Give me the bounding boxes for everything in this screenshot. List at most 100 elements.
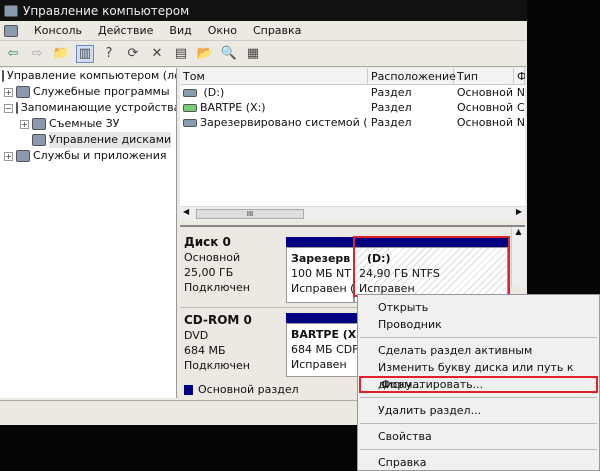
back-icon[interactable]: ⇦ <box>4 45 22 63</box>
removable-storage-icon <box>32 118 46 130</box>
legend-label: Основной раздел <box>198 383 299 396</box>
disk-size: 684 МБ <box>184 344 226 357</box>
open-icon[interactable]: 📂 <box>196 45 214 63</box>
cell: C <box>517 101 525 114</box>
tree-item-services[interactable]: + Службы и приложения <box>0 148 176 164</box>
menu-item-format[interactable]: Форматировать... <box>359 376 598 393</box>
scroll-left-icon[interactable]: ◀ <box>183 207 189 216</box>
menu-item-change-drive-letter[interactable]: Изменить букву диска или путь к диску... <box>358 359 599 391</box>
disk-name: Диск 0 <box>184 235 231 249</box>
separator <box>360 337 597 338</box>
tree-item-disk-management[interactable]: Управление дисками <box>0 132 176 148</box>
cell: Основной <box>456 86 513 99</box>
disk-type: Основной <box>184 251 241 264</box>
menu-item-open[interactable]: Открыть <box>358 299 599 316</box>
tree-label: Запоминающие устройства <box>20 101 177 114</box>
drive-icon <box>183 119 197 127</box>
menu-item-help[interactable]: Справка <box>358 454 599 471</box>
horizontal-scrollbar[interactable]: ◀ III ▶ <box>180 206 525 220</box>
navigation-tree: Управление компьютером (лс + Служебные пр… <box>0 68 177 398</box>
column-fs[interactable]: Ф <box>514 68 525 84</box>
menu-view[interactable]: Вид <box>169 24 191 37</box>
disk-name: CD-ROM 0 <box>184 313 252 327</box>
drive-icon <box>183 89 197 97</box>
settings-icon[interactable]: ▦ <box>244 45 262 63</box>
table-row[interactable]: BARTPE (X:) Раздел Основной C <box>180 100 525 115</box>
disk-0-info[interactable]: Диск 0 Основной 25,00 ГБ Подключен <box>184 235 250 295</box>
legend-swatch <box>184 384 193 395</box>
table-row[interactable]: Зарезервировано системой (C:) Раздел Основ… <box>180 115 525 130</box>
column-type[interactable]: Тип <box>454 68 514 84</box>
window-title: Управление компьютером <box>23 3 190 18</box>
menu-item-delete-partition[interactable]: Удалить раздел... <box>358 402 599 419</box>
toolbar: ⇦ ⇨ 📁 ▥ ? ⟳ ✕ ▤ 📂 🔍 ▦ <box>0 41 527 67</box>
cell: Раздел <box>371 101 412 114</box>
delete-icon[interactable]: ✕ <box>148 45 166 63</box>
tools-icon <box>16 86 30 98</box>
menu-action[interactable]: Действие <box>98 24 153 37</box>
menu-console[interactable]: Консоль <box>34 24 82 37</box>
refresh-icon[interactable]: ⟳ <box>124 45 142 63</box>
cell: Основной <box>457 101 514 114</box>
partition-info: 100 МБ NT <box>291 267 351 280</box>
highlight-box <box>353 236 510 297</box>
partition-name: Зарезерв <box>291 252 351 265</box>
disk-size: 25,00 ГБ <box>184 266 234 279</box>
menu-help[interactable]: Справка <box>253 24 301 37</box>
cell: (D:) <box>203 86 225 99</box>
partition-name: BARTPE (X: <box>291 328 361 341</box>
services-icon <box>16 150 30 162</box>
disk-state: Подключен <box>184 281 250 294</box>
volume-list: Том Расположение Тип Ф (D:) Раздел Основно… <box>180 68 525 220</box>
column-volume[interactable]: Том <box>180 68 368 84</box>
cell: N <box>516 116 525 129</box>
vertical-scrollbar[interactable]: ▲ <box>511 227 525 287</box>
tree-item-system-tools[interactable]: + Служебные программы <box>0 84 176 100</box>
separator <box>360 449 597 450</box>
forward-icon[interactable]: ⇨ <box>28 45 46 63</box>
search-icon[interactable]: 🔍 <box>220 45 238 63</box>
menu-item-explorer[interactable]: Проводник <box>358 316 599 333</box>
menu-item-properties[interactable]: Свойства <box>358 428 599 445</box>
computer-icon <box>2 70 4 82</box>
menu-bar: Консоль Действие Вид Окно Справка <box>0 21 527 41</box>
disk-type: DVD <box>184 329 209 342</box>
cell: Основной <box>456 116 513 129</box>
tree-label: Служебные программы <box>33 85 170 98</box>
tree-item-computer-management[interactable]: Управление компьютером (лс <box>0 68 176 84</box>
menu-item-mark-active[interactable]: Сделать раздел активным <box>358 342 599 359</box>
separator <box>360 397 597 398</box>
table-row[interactable]: (D:) Раздел Основной N <box>180 85 525 100</box>
scroll-thumb[interactable]: III <box>196 209 304 219</box>
separator <box>360 423 597 424</box>
partition-state: Исправен ( <box>291 282 354 295</box>
expand-toggle[interactable]: + <box>4 87 13 97</box>
cdrom-0-info[interactable]: CD-ROM 0 DVD 684 МБ Подключен <box>184 313 252 373</box>
cell: Зарезервировано системой (C:) <box>200 116 368 129</box>
up-folder-icon[interactable]: 📁 <box>52 45 70 63</box>
help-icon[interactable]: ? <box>100 45 118 63</box>
tree-label: Управление компьютером (лс <box>7 69 177 82</box>
tree-item-removable-storage[interactable]: + Съемные ЗУ <box>0 116 176 132</box>
cell: BARTPE (X:) <box>200 101 266 114</box>
context-menu: Открыть Проводник Сделать раздел активны… <box>357 294 600 471</box>
tree-item-storage[interactable]: − Запоминающие устройства <box>0 100 176 116</box>
show-tree-icon[interactable]: ▥ <box>76 44 94 63</box>
menu-window[interactable]: Окно <box>208 24 237 37</box>
collapse-toggle[interactable]: − <box>4 103 13 113</box>
cell: Раздел <box>370 86 412 99</box>
scroll-right-icon[interactable]: ▶ <box>516 207 522 216</box>
properties-icon[interactable]: ▤ <box>172 45 190 63</box>
app-icon <box>4 24 18 37</box>
storage-icon <box>15 102 18 114</box>
disk-state: Подключен <box>184 359 250 372</box>
tree-label: Службы и приложения <box>33 149 167 162</box>
tree-label: Съемные ЗУ <box>49 117 120 130</box>
disk-management-icon <box>32 134 46 146</box>
partition-reserved[interactable]: Зарезерв 100 МБ NT Исправен ( <box>286 247 354 303</box>
expand-toggle[interactable]: + <box>20 119 29 129</box>
computer-icon <box>4 4 18 17</box>
expand-toggle[interactable]: + <box>4 151 13 161</box>
column-layout[interactable]: Расположение <box>368 68 456 84</box>
cell: Раздел <box>370 116 412 129</box>
